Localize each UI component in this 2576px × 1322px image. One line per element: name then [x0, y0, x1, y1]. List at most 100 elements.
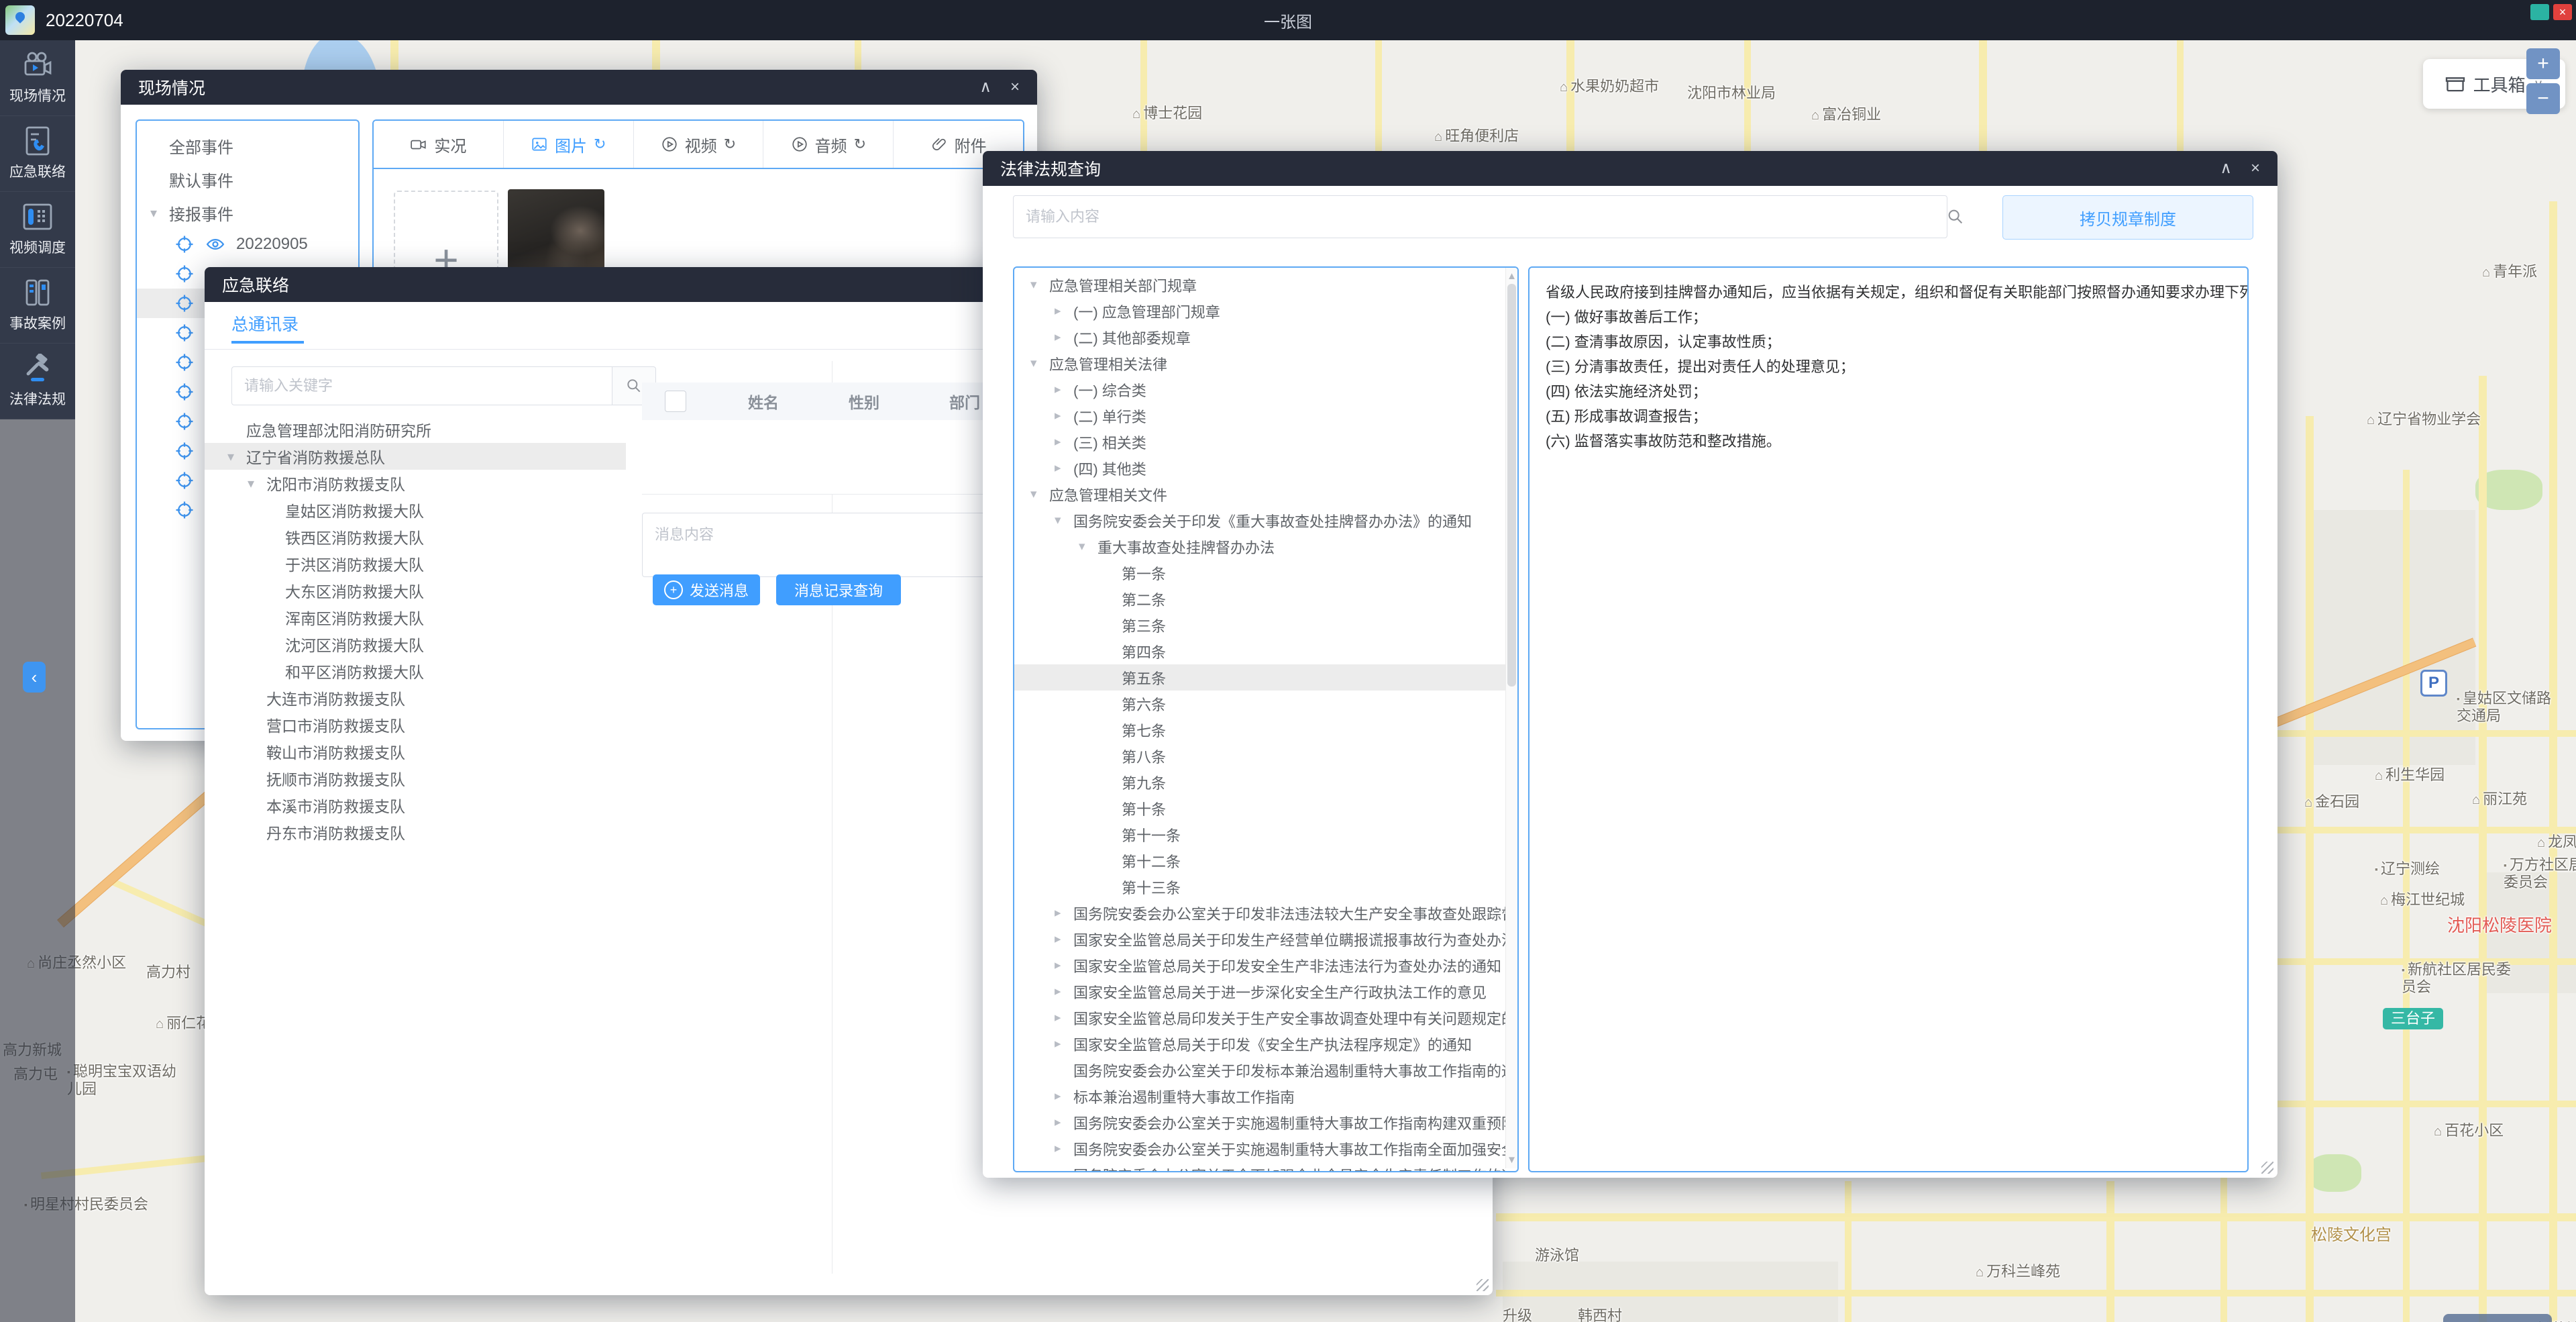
- contact-tree-item[interactable]: 和平区消防救援大队: [205, 658, 626, 684]
- sidebar-item-scene[interactable]: 现场情况: [0, 40, 75, 116]
- app-close-button[interactable]: ×: [2553, 4, 2572, 20]
- law-tree-item[interactable]: 第四条: [1014, 638, 1506, 664]
- law-tree-item[interactable]: ▸ (四) 其他类: [1014, 455, 1506, 481]
- law-tree-item[interactable]: 第十条: [1014, 795, 1506, 821]
- select-all-checkbox[interactable]: [665, 391, 686, 412]
- caret-icon[interactable]: ▸: [1055, 1115, 1061, 1130]
- scrollbar[interactable]: ▲ ▼: [1505, 268, 1517, 1168]
- contact-tree-item[interactable]: 抚顺市消防救援支队: [205, 765, 626, 792]
- tree-item-default-events[interactable]: 默认事件: [137, 162, 358, 196]
- caret-icon[interactable]: ▸: [1055, 329, 1061, 345]
- locate-crosshair-icon[interactable]: [174, 411, 195, 431]
- collapse-icon[interactable]: ∧: [979, 79, 991, 95]
- contact-tree-item[interactable]: 营口市消防救援支队: [205, 711, 626, 738]
- contact-tree-item[interactable]: 大东区消防救援大队: [205, 577, 626, 604]
- law-tree-item[interactable]: 第七条: [1014, 717, 1506, 743]
- sidebar-item-dispatch[interactable]: 视频调度: [0, 192, 75, 268]
- caret-icon[interactable]: ▸: [1055, 434, 1061, 450]
- tab-live[interactable]: 实况: [374, 121, 504, 168]
- tab-image[interactable]: 图片 ↻: [504, 121, 634, 168]
- eye-icon[interactable]: [205, 234, 225, 254]
- sidebar-item-cases[interactable]: 事故案例: [0, 268, 75, 344]
- refresh-icon[interactable]: ↻: [724, 136, 736, 153]
- tree-item-reported-events[interactable]: ▾ 接报事件: [137, 196, 358, 230]
- caret-down-icon[interactable]: ▾: [227, 448, 234, 465]
- caret-icon[interactable]: ▾: [1030, 277, 1037, 293]
- law-tree-item[interactable]: ▸ 国家安全监管总局关于印发生产经营单位瞒报谎报事故行为查处办法的: [1014, 926, 1506, 952]
- caret-icon[interactable]: ▸: [1055, 460, 1061, 476]
- copy-regulations-button[interactable]: 拷贝规章制度: [2002, 195, 2253, 240]
- caret-icon[interactable]: ▸: [1055, 408, 1061, 423]
- tab-address-book[interactable]: 总通讯录: [231, 311, 299, 336]
- zoom-out-button[interactable]: −: [2526, 83, 2560, 114]
- locate-crosshair-icon[interactable]: [174, 352, 195, 372]
- zoom-in-button[interactable]: +: [2526, 48, 2560, 79]
- window-control-button[interactable]: [2530, 4, 2549, 20]
- law-tree-item[interactable]: ▾ 应急管理相关文件: [1014, 481, 1506, 507]
- contact-tree-item[interactable]: 应急管理部沈阳消防研究所: [205, 416, 626, 443]
- locate-crosshair-icon[interactable]: [174, 323, 195, 343]
- caret-icon[interactable]: ▾: [1079, 539, 1085, 554]
- caret-icon[interactable]: ▸: [1055, 1088, 1061, 1104]
- close-icon[interactable]: ×: [2251, 160, 2260, 176]
- collapse-icon[interactable]: ∧: [2220, 160, 2232, 176]
- law-tree-item[interactable]: 第六条: [1014, 691, 1506, 717]
- window-resize-handle[interactable]: [2261, 1162, 2273, 1174]
- contact-tree-item[interactable]: 鞍山市消防救援支队: [205, 738, 626, 765]
- law-tree-item[interactable]: 第五条: [1014, 664, 1506, 691]
- law-search-input[interactable]: [1013, 195, 1947, 238]
- law-tree-item[interactable]: 国务院安委会办公室关于印发标本兼治遏制重特大事故工作指南的通知: [1014, 1057, 1506, 1083]
- law-tree-item[interactable]: ▸ (一) 应急管理部门规章: [1014, 298, 1506, 324]
- locate-crosshair-icon[interactable]: [174, 234, 195, 254]
- contact-tree-item[interactable]: ▾ 辽宁省消防救援总队: [205, 443, 626, 470]
- caret-icon[interactable]: ▸: [1055, 958, 1061, 973]
- caret-icon[interactable]: ▾: [1030, 356, 1037, 371]
- caret-icon[interactable]: ▸: [1055, 1010, 1061, 1025]
- contact-search-input[interactable]: [231, 366, 612, 405]
- locate-crosshair-icon[interactable]: [174, 264, 195, 284]
- law-tree-item[interactable]: ▸ (一) 综合类: [1014, 376, 1506, 403]
- law-tree-item[interactable]: ▾ 应急管理相关部门规章: [1014, 272, 1506, 298]
- caret-icon[interactable]: ▸: [1055, 984, 1061, 999]
- caret-icon[interactable]: ▸: [1055, 931, 1061, 947]
- law-tree-item[interactable]: 第三条: [1014, 612, 1506, 638]
- contact-tree-item[interactable]: ▾ 沈阳市消防救援支队: [205, 470, 626, 497]
- caret-icon[interactable]: ▸: [1055, 905, 1061, 921]
- send-message-button[interactable]: + 发送消息: [653, 574, 760, 605]
- law-tree-item[interactable]: ▸ (二) 单行类: [1014, 403, 1506, 429]
- sidebar-item-contact[interactable]: 应急联络: [0, 116, 75, 192]
- law-tree-item[interactable]: ▾ 国务院安委会关于印发《重大事故查处挂牌督办办法》的通知: [1014, 507, 1506, 533]
- contact-tree-item[interactable]: 浑南区消防救援大队: [205, 604, 626, 631]
- locate-crosshair-icon[interactable]: [174, 470, 195, 491]
- caret-icon[interactable]: ▸: [1055, 303, 1061, 319]
- law-window-header[interactable]: 法律法规查询 ∧ ×: [983, 151, 2277, 186]
- law-tree-item[interactable]: 第十一条: [1014, 821, 1506, 848]
- event-row[interactable]: 20220905: [137, 230, 358, 259]
- caret-icon[interactable]: ▸: [1055, 382, 1061, 397]
- scene-window-header[interactable]: 现场情况 ∧ ×: [121, 70, 1037, 105]
- law-tree-item[interactable]: 第十二条: [1014, 848, 1506, 874]
- contact-tree-item[interactable]: 本溪市消防救援支队: [205, 792, 626, 819]
- caret-down-icon[interactable]: ▾: [248, 475, 254, 492]
- tab-video[interactable]: 视频 ↻: [634, 121, 764, 168]
- law-tree-item[interactable]: ▸ 国家安全监管总局关于进一步深化安全生产行政执法工作的意见: [1014, 978, 1506, 1005]
- message-history-button[interactable]: 消息记录查询: [776, 574, 901, 605]
- caret-icon[interactable]: ▸: [1055, 1141, 1061, 1156]
- caret-icon[interactable]: ▸: [1055, 1036, 1061, 1052]
- scrollbar-thumb[interactable]: [1507, 284, 1516, 687]
- contact-tree-item[interactable]: 皇姑区消防救援大队: [205, 497, 626, 523]
- law-tree-item[interactable]: ▾ 应急管理相关法律: [1014, 350, 1506, 376]
- contact-tree-item[interactable]: 沈河区消防救援大队: [205, 631, 626, 658]
- locate-crosshair-icon[interactable]: [174, 293, 195, 313]
- law-tree-item[interactable]: ▸ (三) 相关类: [1014, 429, 1506, 455]
- locate-crosshair-icon[interactable]: [174, 441, 195, 461]
- refresh-icon[interactable]: ↻: [854, 136, 866, 153]
- law-tree-item[interactable]: ▸ 国务院安委会办公室关于实施遏制重特大事故工作指南全面加强安全生: [1014, 1135, 1506, 1162]
- law-tree-item[interactable]: ▸ 国家安全监管总局关于印发安全生产非法违法行为查处办法的通知: [1014, 952, 1506, 978]
- law-tree-item[interactable]: 第十三条: [1014, 874, 1506, 900]
- caret-icon[interactable]: ▾: [1030, 487, 1037, 502]
- search-button[interactable]: [1934, 195, 1977, 238]
- tab-audio[interactable]: 音频 ↻: [763, 121, 894, 168]
- law-tree-item[interactable]: ▸ 国家安全监管总局关于印发《安全生产执法程序规定》的通知: [1014, 1031, 1506, 1057]
- refresh-icon[interactable]: ↻: [594, 136, 606, 153]
